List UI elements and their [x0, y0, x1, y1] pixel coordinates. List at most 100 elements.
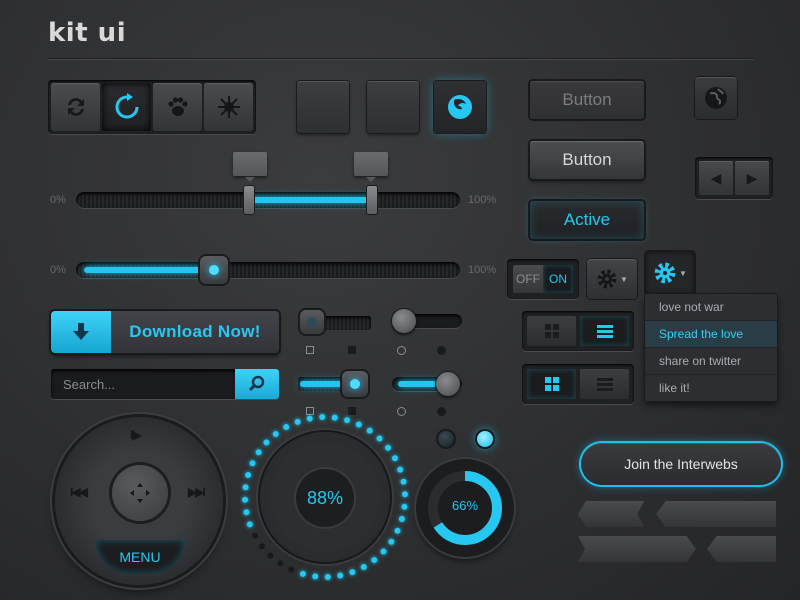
grid-icon — [544, 324, 559, 338]
chevron-button-3[interactable] — [578, 536, 696, 562]
gear-dropdown-button[interactable]: ▼ — [645, 251, 695, 295]
gauge-dot — [319, 414, 326, 421]
refresh-button[interactable] — [51, 83, 100, 131]
empty-square-button-2[interactable] — [367, 81, 419, 133]
menu-item[interactable]: like it! — [645, 375, 777, 401]
empty-square-button-1[interactable] — [297, 81, 349, 133]
reload-button[interactable] — [102, 83, 151, 131]
gauge-88-value: 88% — [306, 487, 344, 508]
arrow-right-icon: ▶ — [746, 169, 758, 186]
gear-button[interactable]: ▼ — [587, 259, 637, 299]
spiral-button[interactable] — [204, 83, 253, 131]
gauge-dot — [283, 424, 290, 431]
gauge-dot — [324, 573, 331, 580]
chevron-button-1[interactable] — [578, 501, 644, 527]
title-divider — [48, 58, 754, 59]
gauge-dot — [385, 444, 392, 451]
gear-dropdown-menu: love not war Spread the love share on tw… — [645, 294, 777, 401]
gauge-dot — [400, 478, 407, 485]
arrow-left-button[interactable]: ◀ — [699, 161, 733, 195]
spiral-icon — [217, 96, 240, 118]
menu-item[interactable]: share on twitter — [645, 348, 777, 375]
gauge-dot — [242, 484, 249, 491]
slider-fill — [84, 267, 215, 273]
chevron-button-4[interactable] — [707, 536, 776, 562]
view-switch-list[interactable] — [522, 311, 634, 351]
search-input[interactable] — [51, 369, 231, 399]
chevron-down-icon: ▼ — [679, 268, 687, 278]
dpad-center-button[interactable] — [112, 465, 168, 521]
range-slider-tooltip-min — [233, 152, 267, 182]
list-icon — [596, 378, 613, 391]
slider-min-label: 0% — [50, 264, 66, 276]
gauge-dot — [349, 569, 356, 576]
globe-button[interactable] — [695, 77, 737, 119]
menu-item[interactable]: Spread the love — [645, 321, 777, 348]
menu-item[interactable]: love not war — [645, 294, 777, 321]
gauge-dot — [380, 548, 387, 555]
button-disabled[interactable]: Button — [530, 81, 644, 119]
grid-view-option[interactable] — [527, 369, 576, 399]
gauge-dot — [245, 471, 252, 478]
gauge-88-center: 88% — [296, 469, 354, 527]
arrow-button-group: ◀ ▶ — [695, 157, 773, 199]
view-switch-grid[interactable] — [522, 364, 634, 404]
on-off-toggle[interactable]: OFF ON — [507, 259, 579, 299]
radio-button[interactable] — [437, 407, 446, 416]
range-slider-handle-max[interactable] — [366, 186, 377, 214]
gear-icon — [654, 262, 676, 284]
list-view-option[interactable] — [580, 316, 629, 346]
gauge-dot — [294, 418, 301, 425]
range-slider-handle-min[interactable] — [243, 186, 254, 214]
gauge-dot — [272, 430, 279, 437]
gauge-dot — [306, 415, 313, 422]
round-slider-1-knob[interactable] — [392, 309, 416, 333]
firefox-button[interactable] — [434, 81, 486, 133]
fast-forward-icon[interactable]: ▶▶I — [188, 485, 206, 499]
gauge-dot — [376, 435, 383, 442]
mini-slider-2-knob[interactable] — [342, 371, 368, 397]
toggle-on-label: ON — [543, 265, 573, 293]
radio-button[interactable] — [397, 346, 406, 355]
firefox-icon — [448, 95, 472, 119]
play-pause-icon[interactable]: II▶ — [130, 428, 142, 442]
gauge-dot — [366, 427, 373, 434]
button-active[interactable]: Active — [530, 201, 644, 239]
range-slider-tooltip-max — [354, 152, 388, 182]
arrow-right-button[interactable]: ▶ — [735, 161, 769, 195]
gauge-dot — [360, 563, 367, 570]
gauge-dot — [246, 521, 253, 528]
mini-slider-1-knob[interactable] — [300, 310, 324, 334]
grid-view-option[interactable] — [527, 316, 576, 346]
checkbox[interactable] — [348, 346, 356, 354]
rewind-icon[interactable]: I◀◀ — [70, 485, 88, 499]
chevron-down-icon: ▼ — [620, 274, 628, 284]
checkbox[interactable] — [306, 346, 314, 354]
gauge-dot — [355, 421, 362, 428]
gauge-dot — [331, 414, 338, 421]
refresh-icon — [67, 98, 84, 116]
gauge-dot — [263, 439, 270, 446]
button-default[interactable]: Button — [530, 141, 644, 179]
radio-button[interactable] — [437, 346, 446, 355]
gauge-dot — [242, 496, 249, 503]
search-button[interactable] — [235, 369, 279, 399]
download-icon — [73, 323, 89, 340]
paw-button[interactable] — [153, 83, 202, 131]
download-button[interactable]: Download Now! — [51, 311, 279, 353]
chevron-button-2[interactable] — [656, 501, 776, 527]
gauge-dot — [258, 543, 265, 550]
range-slider-max-label: 100% — [468, 194, 497, 206]
gauge-66-value: 66% — [451, 498, 479, 513]
gauge-dot — [394, 527, 401, 534]
range-slider-min-label: 0% — [50, 194, 66, 206]
gear-icon — [597, 269, 617, 289]
gauge-dot — [243, 509, 250, 516]
round-slider-2-knob[interactable] — [436, 372, 460, 396]
list-view-option[interactable] — [580, 369, 629, 399]
gauge-dot — [344, 417, 351, 424]
status-led-off — [438, 431, 454, 447]
join-button[interactable]: Join the Interwebs — [581, 443, 781, 485]
gauge-dot — [312, 573, 319, 580]
slider-knob[interactable] — [200, 256, 229, 284]
